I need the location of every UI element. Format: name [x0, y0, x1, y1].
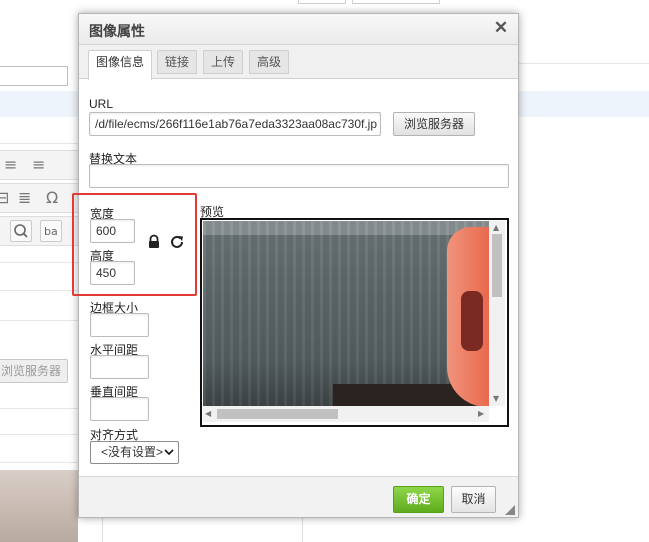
scroll-down-icon[interactable]: ▼: [493, 394, 499, 403]
chevron-down-icon: [164, 442, 174, 471]
tab-image-info[interactable]: 图像信息: [88, 50, 153, 80]
align-center-icon: ≡: [32, 155, 46, 174]
vertical-scroll-thumb[interactable]: [492, 234, 502, 297]
bg-divider: [0, 434, 78, 435]
vspace-input[interactable]: [90, 397, 149, 421]
table-icon: ⊟: [0, 188, 10, 207]
tab-link[interactable]: 链接: [157, 50, 198, 74]
bg-divider: [0, 290, 78, 291]
bg-top-field: [352, 0, 440, 4]
dialog-footer: 确定 取消: [79, 476, 518, 517]
bg-toolbar-row: ⊟ ≣ Ω: [0, 183, 78, 213]
preview-pane[interactable]: ▲ ▼ ◀ ▶: [200, 218, 509, 427]
bg-divider: [302, 518, 303, 542]
align-select-value: <没有设置>: [101, 445, 164, 459]
preview-image-part: [461, 291, 483, 351]
align-select[interactable]: <没有设置>: [90, 441, 179, 464]
alt-text-input[interactable]: [89, 164, 509, 188]
preview-image: [203, 221, 489, 407]
border-input[interactable]: [90, 313, 149, 337]
ok-button[interactable]: 确定: [393, 486, 444, 513]
close-icon[interactable]: ✕: [492, 19, 510, 37]
scroll-left-icon[interactable]: ◀: [205, 409, 211, 418]
image-properties-dialog: 图像属性 ✕ 图像信息 链接 上传 高级 URL /d/file/ecms/26…: [72, 13, 519, 518]
bg-divider: [0, 408, 78, 409]
height-input[interactable]: 450: [90, 261, 135, 285]
bg-divider: [0, 262, 78, 263]
align-left-icon: ≡: [4, 155, 18, 174]
url-label: URL: [89, 97, 114, 111]
horizontal-scroll-thumb[interactable]: [217, 409, 338, 419]
bg-browse-button: 浏览服务器: [0, 359, 68, 383]
special-char-icon: Ω: [46, 188, 59, 207]
hr-icon: ≣: [18, 188, 32, 207]
dialog-title: 图像属性: [89, 23, 145, 39]
resize-grip-icon[interactable]: [505, 504, 515, 515]
bg-divider: [0, 143, 78, 144]
scroll-up-icon[interactable]: ▲: [493, 223, 499, 232]
bg-toolbar-row: ≡ ≡: [0, 150, 78, 180]
cancel-button[interactable]: 取消: [451, 486, 496, 513]
replace-icon: ba: [40, 220, 62, 242]
tab-advanced[interactable]: 高级: [249, 50, 290, 74]
bg-divider: [0, 462, 78, 463]
lock-icon[interactable]: [146, 234, 162, 250]
scroll-right-icon[interactable]: ▶: [478, 409, 484, 418]
svg-text:ba: ba: [44, 225, 58, 238]
bg-toolbar-row: ba: [0, 216, 78, 246]
find-icon: [10, 220, 32, 242]
browse-server-button[interactable]: 浏览服务器: [393, 112, 475, 136]
bg-top-field: [298, 0, 346, 4]
bg-divider: [102, 518, 103, 542]
hspace-input[interactable]: [90, 355, 149, 379]
tab-upload[interactable]: 上传: [203, 50, 244, 74]
width-input[interactable]: 600: [90, 219, 135, 243]
bg-divider: [518, 63, 649, 64]
dialog-titlebar[interactable]: 图像属性 ✕: [79, 14, 518, 45]
tab-bar: 图像信息 链接 上传 高级: [79, 45, 518, 80]
bg-divider: [0, 320, 78, 321]
reset-size-icon[interactable]: [169, 234, 185, 250]
url-input[interactable]: /d/file/ecms/266f116e1ab76a7eda3323aa08a…: [89, 112, 381, 136]
bg-text-field: [0, 66, 68, 86]
bg-image: [0, 470, 78, 542]
